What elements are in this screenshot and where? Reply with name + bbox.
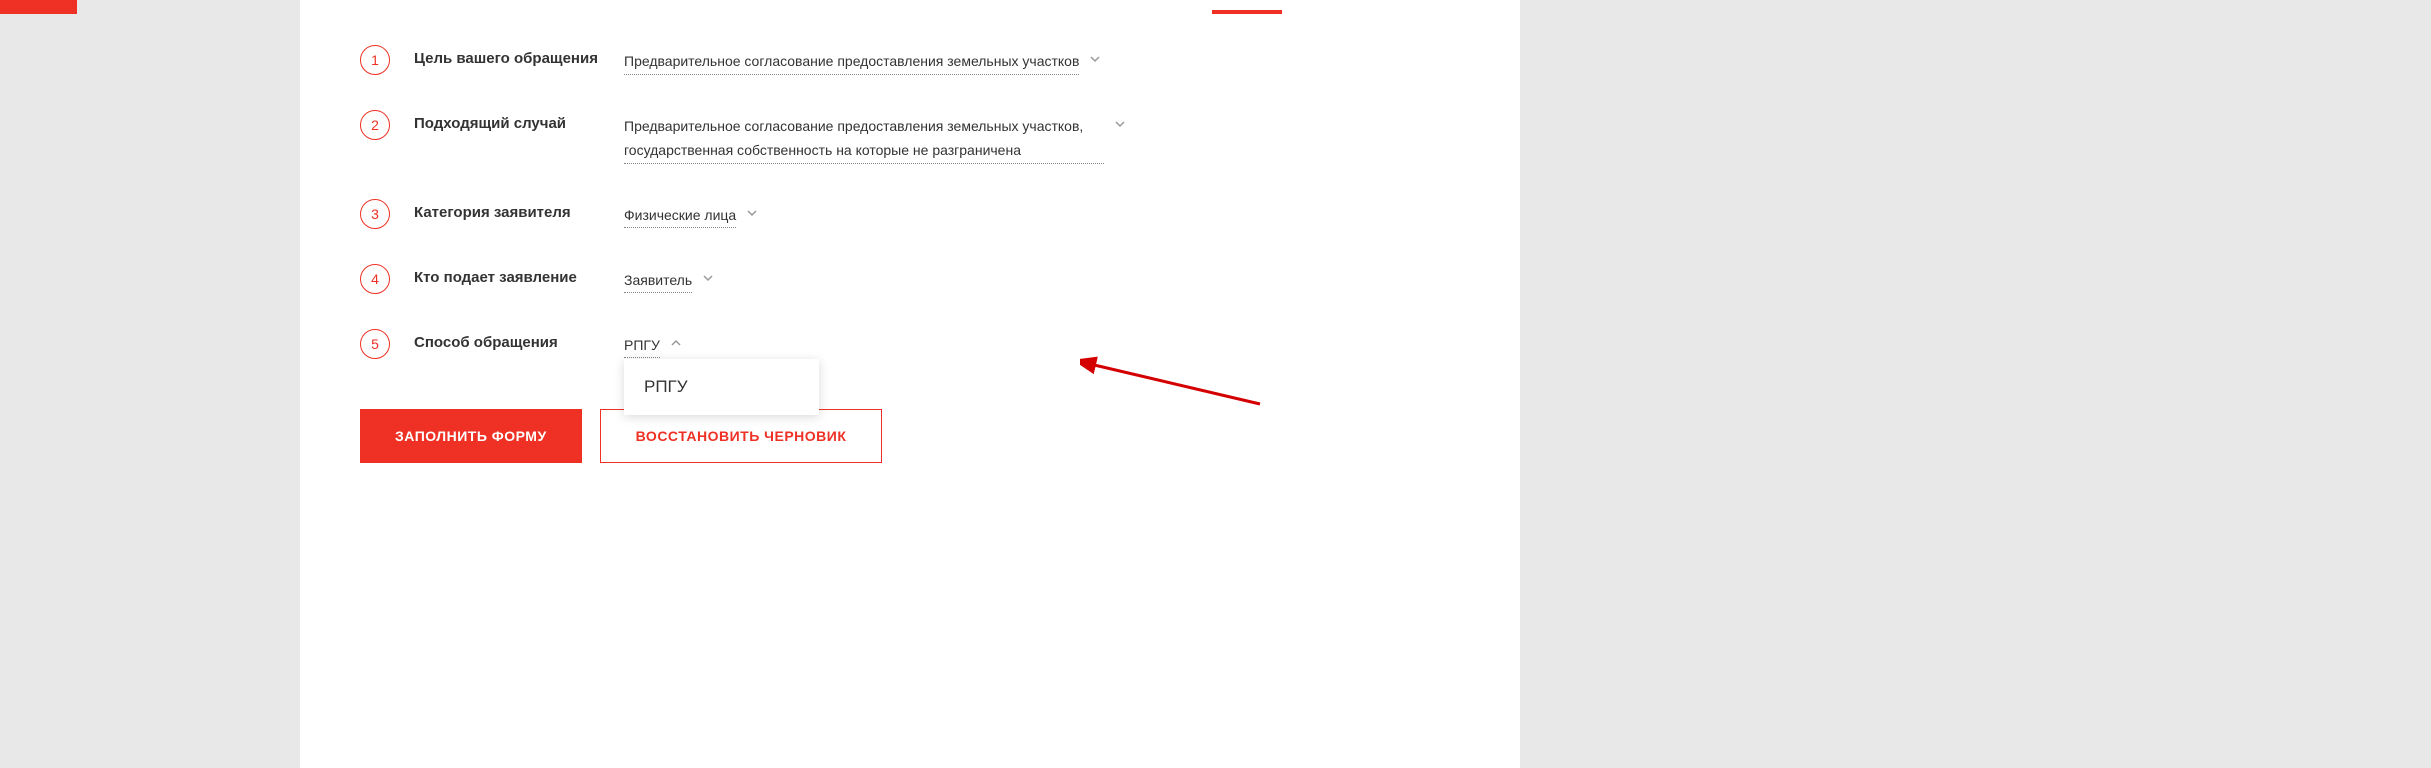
step-row-5: 5 Способ обращения РПГУ РПГУ [360,329,1520,359]
chevron-down-icon [1089,52,1101,70]
step-select-5[interactable]: РПГУ РПГУ [624,329,682,359]
step-row-2: 2 Подходящий случай Предварительное согл… [360,110,1520,164]
step-select-3[interactable]: Физические лица [624,199,758,229]
chevron-down-icon [746,206,758,224]
form-page: 1 Цель вашего обращения Предварительное … [300,0,1520,768]
step-value-3: Физические лица [624,204,736,229]
step-label-1: Цель вашего обращения [414,45,624,67]
step-label-3: Категория заявителя [414,199,624,221]
step-value-4: Заявитель [624,269,692,294]
step-number-1: 1 [360,45,390,75]
step-row-4: 4 Кто подает заявление Заявитель [360,264,1520,294]
step-number-2: 2 [360,110,390,140]
step-row-3: 3 Категория заявителя Физические лица [360,199,1520,229]
tab-underline [1212,10,1282,14]
step-number-3: 3 [360,199,390,229]
buttons-row: ЗАПОЛНИТЬ ФОРМУ ВОССТАНОВИТЬ ЧЕРНОВИК [360,409,1520,463]
chevron-down-icon [702,271,714,289]
fill-form-button[interactable]: ЗАПОЛНИТЬ ФОРМУ [360,409,582,463]
step-value-5: РПГУ [624,334,660,359]
restore-draft-button[interactable]: ВОССТАНОВИТЬ ЧЕРНОВИК [600,409,883,463]
dropdown-option-rpgu[interactable]: РПГУ [644,377,799,397]
chevron-down-icon [1114,117,1126,135]
red-accent-bar [0,0,77,14]
step-label-5: Способ обращения [414,329,624,351]
step-value-2: Предварительное согласование предоставле… [624,115,1104,164]
step-label-2: Подходящий случай [414,110,624,132]
step-select-1[interactable]: Предварительное согласование предоставле… [624,45,1101,75]
dropdown-menu: РПГУ [624,359,819,415]
form-content: 1 Цель вашего обращения Предварительное … [300,0,1520,463]
step-label-4: Кто подает заявление [414,264,624,286]
step-select-2[interactable]: Предварительное согласование предоставле… [624,110,1126,164]
bottom-section [300,738,1520,768]
step-number-4: 4 [360,264,390,294]
chevron-up-icon [670,336,682,354]
step-value-1: Предварительное согласование предоставле… [624,50,1079,75]
step-number-5: 5 [360,329,390,359]
step-row-1: 1 Цель вашего обращения Предварительное … [360,45,1520,75]
step-select-4[interactable]: Заявитель [624,264,714,294]
